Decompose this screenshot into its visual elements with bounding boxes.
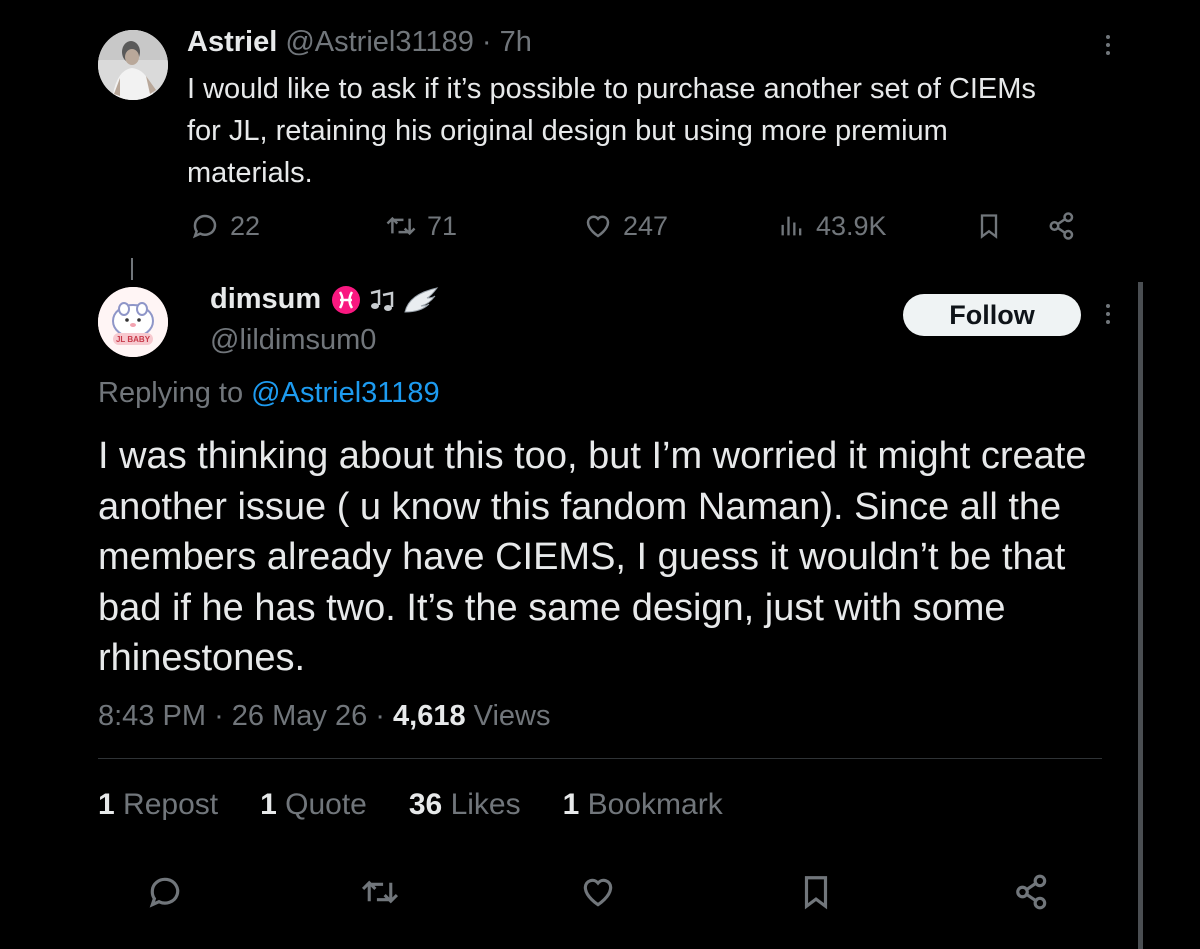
- parent-reply-count: 22: [230, 210, 261, 241]
- meta-separator: ·: [214, 700, 224, 732]
- repost-icon: [385, 211, 417, 241]
- replying-to-link[interactable]: @Astriel31189: [251, 377, 440, 409]
- tweet-date[interactable]: 26 May 26: [232, 700, 367, 732]
- main-author-handle[interactable]: @lildimsum0: [210, 324, 376, 357]
- stat-bookmarks[interactable]: 1 Bookmark: [563, 788, 723, 822]
- main-author-name[interactable]: dimsum: [210, 283, 321, 316]
- parent-tweet-header: Astriel @Astriel31189 · 7h: [187, 26, 532, 59]
- parent-more-icon[interactable]: [1097, 34, 1119, 56]
- stat-likes[interactable]: 36 Likes: [409, 788, 521, 822]
- parent-author-handle[interactable]: @Astriel31189: [285, 26, 474, 58]
- name-emoji-group: [331, 284, 441, 316]
- tweet-time[interactable]: 8:43 PM: [98, 700, 206, 732]
- thread-connector: [131, 258, 133, 280]
- views-icon: [778, 211, 806, 241]
- parent-views-button[interactable]: 43.9K: [778, 208, 887, 244]
- parent-time[interactable]: 7h: [500, 26, 532, 58]
- parent-views-count: 43.9K: [816, 210, 887, 241]
- like-icon: [583, 211, 613, 241]
- engagement-stats: 1 Repost 1 Quote 36 Likes 1 Bookmark: [98, 788, 765, 822]
- stat-label: Quote: [285, 788, 367, 821]
- reply-icon: [190, 211, 220, 241]
- bookmark-icon[interactable]: [975, 208, 1003, 244]
- views-count: 4,618: [393, 700, 466, 732]
- bookmark-icon[interactable]: [797, 873, 835, 911]
- share-icon[interactable]: [1047, 208, 1077, 244]
- replying-to: Replying to @Astriel31189: [98, 377, 440, 410]
- parent-repost-count: 71: [427, 210, 458, 241]
- stat-label: Bookmark: [587, 788, 723, 821]
- parent-author-name[interactable]: Astriel: [187, 26, 277, 58]
- wing-icon: [401, 284, 441, 316]
- stat-count: 1: [260, 788, 277, 821]
- like-icon[interactable]: [579, 873, 617, 911]
- main-more-icon[interactable]: [1097, 303, 1119, 325]
- stat-reposts[interactable]: 1 Repost: [98, 788, 218, 822]
- parent-like-count: 247: [623, 210, 669, 241]
- repost-icon[interactable]: [360, 873, 400, 911]
- parent-separator: ·: [481, 26, 492, 58]
- meta-separator: ·: [375, 700, 385, 732]
- stat-label: Repost: [123, 788, 219, 821]
- parent-reply-button[interactable]: 22: [190, 208, 260, 244]
- main-tweet-text: I was thinking about this too, but I’m w…: [98, 435, 1087, 679]
- scrollbar[interactable]: [1138, 282, 1143, 949]
- tweet-meta: 8:43 PM · 26 May 26 · 4,618 Views: [98, 700, 551, 733]
- pisces-icon: [331, 285, 361, 315]
- views-label: Views: [473, 700, 551, 732]
- parent-tweet-text: I would like to ask if it’s possible to …: [187, 73, 1036, 189]
- stat-count: 1: [562, 788, 580, 821]
- parent-repost-button[interactable]: 71: [385, 208, 457, 244]
- astriel-avatar[interactable]: [98, 30, 168, 100]
- main-author-name-row[interactable]: dimsum: [210, 283, 441, 316]
- divider: [98, 758, 1102, 759]
- share-icon[interactable]: [1013, 873, 1051, 911]
- stat-quotes[interactable]: 1 Quote: [260, 788, 367, 822]
- avatar-badge-text: JL BABY: [116, 335, 151, 344]
- stat-label: Likes: [450, 788, 521, 821]
- stat-count: 1: [98, 788, 115, 821]
- music-notes-icon: [365, 285, 397, 315]
- stat-count: 36: [408, 788, 443, 821]
- parent-like-button[interactable]: 247: [583, 208, 668, 244]
- follow-button[interactable]: Follow: [903, 294, 1081, 336]
- dimsum-avatar[interactable]: JL BABY: [98, 287, 168, 357]
- reply-icon[interactable]: [146, 873, 184, 911]
- replying-prefix: Replying to: [98, 377, 244, 409]
